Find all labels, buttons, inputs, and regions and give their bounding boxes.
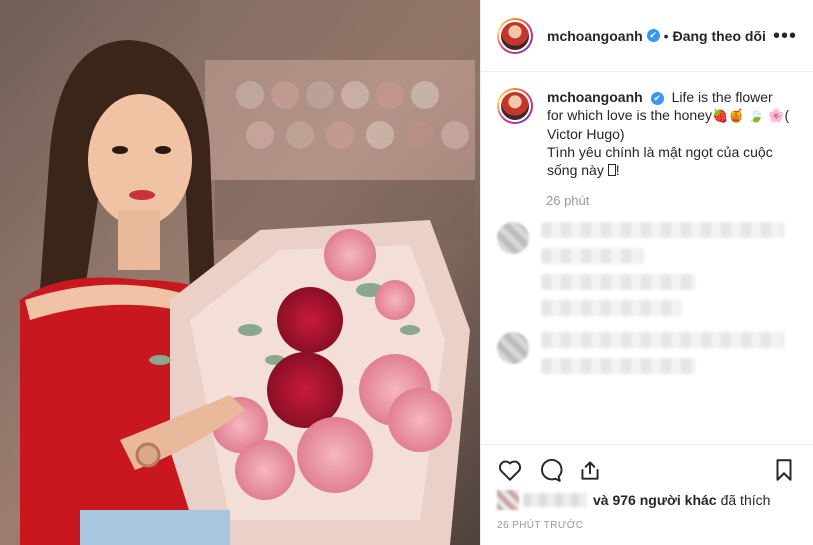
separator-dot: • bbox=[663, 27, 669, 44]
verified-badge-icon: ✔ bbox=[646, 29, 660, 42]
instagram-post: mchoangoanh ✔ • Đang theo dõi ••• mchoan… bbox=[0, 0, 813, 545]
post-caption: mchoangoanh ✔ Life is the flower for whic… bbox=[481, 72, 813, 179]
caption-avatar-ring[interactable] bbox=[497, 88, 533, 124]
bookmark-icon[interactable] bbox=[771, 457, 797, 483]
blurred-comment-text bbox=[541, 222, 797, 326]
blossom-emoji-icon: 🌸 bbox=[768, 108, 785, 123]
caption-line-vietnamese: Tình yêu chính là mật ngọt của cuộc sống… bbox=[547, 144, 773, 178]
likes-summary: và 976 người khác đã thích bbox=[497, 490, 770, 510]
blurred-liker-avatar[interactable] bbox=[497, 490, 519, 510]
blurred-liker-name[interactable] bbox=[523, 493, 587, 507]
caption-exclamation: ! bbox=[615, 162, 620, 178]
blurred-avatar[interactable] bbox=[497, 222, 529, 254]
more-options-icon[interactable]: ••• bbox=[773, 26, 797, 46]
avatar bbox=[499, 90, 531, 122]
verified-badge-icon: ✔ bbox=[650, 91, 664, 105]
strawberry-emoji-icon: 🍓 bbox=[711, 108, 729, 123]
likes-suffix: đã thích bbox=[720, 492, 771, 508]
comment-item bbox=[481, 208, 813, 326]
post-timestamp[interactable]: 26 PHÚT TRƯỚC bbox=[497, 520, 583, 531]
post-side-panel: mchoangoanh ✔ • Đang theo dõi ••• mchoan… bbox=[480, 0, 813, 545]
leaf-emoji-icon: 🍃 bbox=[748, 108, 765, 123]
post-actions-bar bbox=[481, 444, 813, 483]
following-button[interactable]: Đang theo dõi bbox=[673, 28, 766, 44]
bouquet-photo-image bbox=[0, 0, 480, 545]
share-icon[interactable] bbox=[577, 457, 603, 483]
profile-avatar-ring[interactable] bbox=[497, 17, 533, 54]
caption-text: mchoangoanh ✔ Life is the flower for whic… bbox=[547, 88, 791, 179]
comment-icon[interactable] bbox=[537, 457, 563, 483]
honey-pot-emoji-icon: 🍯 bbox=[728, 108, 745, 123]
username-link[interactable]: mchoangoanh bbox=[547, 28, 643, 44]
post-photo[interactable] bbox=[0, 0, 480, 545]
blurred-comment-text bbox=[541, 332, 797, 384]
caption-username-link[interactable]: mchoangoanh bbox=[547, 89, 643, 105]
post-header: mchoangoanh ✔ • Đang theo dõi ••• bbox=[481, 0, 813, 72]
likes-count-link[interactable]: và 976 người khác bbox=[593, 492, 717, 508]
unknown-glyph-icon bbox=[607, 164, 616, 176]
blurred-avatar[interactable] bbox=[497, 332, 529, 364]
heart-icon[interactable] bbox=[497, 457, 523, 483]
comment-item bbox=[481, 326, 813, 384]
avatar bbox=[499, 19, 531, 52]
caption-time-ago[interactable]: 26 phút bbox=[546, 193, 813, 208]
